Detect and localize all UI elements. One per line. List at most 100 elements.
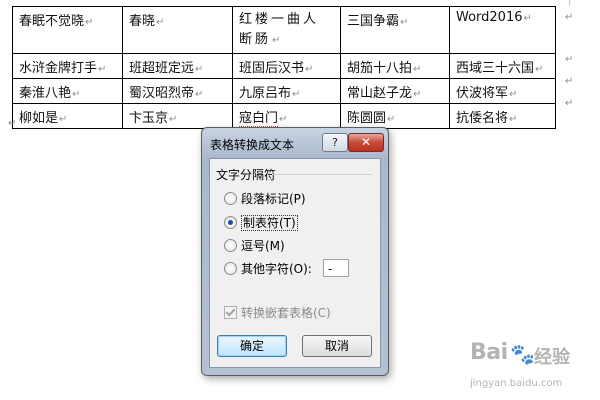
- table-cell[interactable]: 抗倭名将↵: [449, 103, 556, 129]
- option-label: 其他字符(O):: [241, 262, 312, 276]
- close-button[interactable]: ✕: [348, 133, 384, 152]
- table-row: 水浒金牌打手↵ 班超班定远↵ 班固后汉书↵ 胡笳十八拍↵ 西域三十六国↵: [12, 53, 556, 79]
- watermark-url: jingyan.baidu.com: [470, 378, 563, 389]
- option-other-char[interactable]: 其他字符(O):: [224, 261, 312, 277]
- table-cell[interactable]: 胡笳十八拍↵: [340, 53, 450, 79]
- cell-text: 三国争霸: [347, 14, 400, 29]
- option-label: 制表符(T): [241, 215, 298, 231]
- table-cell[interactable]: 班超班定远↵: [122, 53, 233, 79]
- cell-end-mark: ↵: [85, 17, 94, 28]
- cell-text: 九原吕布: [239, 86, 292, 101]
- cell-text: 春眠不觉晓: [19, 14, 85, 29]
- row-end-mark: ↵: [565, 12, 574, 23]
- paw-icon: 🐾: [510, 342, 535, 366]
- table-row: 春眠不觉晓↵ 春晓↵ 红楼一曲人断肠↵ 三国争霸↵ Word2016↵: [12, 6, 556, 54]
- watermark: Bai 🐾 经验 jingyan.baidu.com: [470, 340, 595, 398]
- table-cell[interactable]: 卞玉京↵: [122, 103, 233, 129]
- radio-tab[interactable]: [224, 216, 237, 229]
- cell-text: 水浒金牌打手: [19, 61, 98, 76]
- page-corner-mark: [569, 0, 570, 6]
- cell-text: 班固后汉书: [239, 61, 305, 76]
- radio-comma[interactable]: [224, 239, 237, 252]
- nested-table-option: 转换嵌套表格(C): [224, 304, 331, 321]
- cell-end-mark: ↵: [98, 64, 107, 75]
- table-cell[interactable]: 陈圆圆↵: [340, 103, 450, 129]
- cell-end-mark: ↵: [59, 114, 68, 125]
- cell-text: 春晓: [129, 14, 156, 29]
- cell-text: 秦淮八艳: [19, 86, 72, 101]
- cell-end-mark: ↵: [72, 89, 81, 100]
- table-cell[interactable]: 秦淮八艳↵: [12, 78, 123, 104]
- dialog-body: 文字分隔符 段落标记(P) 制表符(T) 逗号(M) 其他字符(O): - 转换…: [209, 158, 381, 368]
- cell-end-mark: ↵: [292, 89, 301, 100]
- option-comma[interactable]: 逗号(M): [224, 238, 285, 254]
- watermark-logo: Bai: [470, 340, 508, 365]
- cell-text: 西域三十六国: [456, 61, 535, 76]
- separator-group-label: 文字分隔符: [216, 168, 277, 182]
- nested-table-checkbox: [224, 306, 237, 319]
- cell-text: 抗倭名将: [456, 111, 509, 126]
- document-table: 春眠不觉晓↵ 春晓↵ 红楼一曲人断肠↵ 三国争霸↵ Word2016↵ 水浒金牌…: [12, 6, 556, 129]
- row-end-mark: ↵: [565, 76, 574, 87]
- cell-end-mark: ↵: [509, 89, 518, 100]
- table-cell[interactable]: 西域三十六国↵: [449, 53, 556, 79]
- group-divider: [272, 174, 372, 175]
- table-cell[interactable]: 水浒金牌打手↵: [12, 53, 123, 79]
- option-label: 段落标记(P): [241, 192, 306, 206]
- cell-end-mark: ↵: [413, 64, 422, 75]
- table-cell[interactable]: 寇白门↵: [232, 103, 341, 129]
- table-cell[interactable]: 红楼一曲人断肠↵: [232, 6, 341, 54]
- table-cell[interactable]: 三国争霸↵: [340, 6, 450, 54]
- table-to-text-dialog: 表格转换成文本 ? ✕ 文字分隔符 段落标记(P) 制表符(T) 逗号(M) 其…: [201, 127, 389, 376]
- cell-end-mark: ↵: [413, 89, 422, 100]
- other-char-input[interactable]: -: [323, 259, 349, 277]
- cancel-button[interactable]: 取消: [302, 335, 372, 357]
- table-cell[interactable]: 蜀汉昭烈帝↵: [122, 78, 233, 104]
- help-button[interactable]: ?: [322, 133, 348, 152]
- table-cell[interactable]: 柳如是↵: [12, 103, 123, 129]
- cell-end-mark: ↵: [400, 17, 409, 28]
- radio-other-char[interactable]: [224, 262, 237, 275]
- ok-button[interactable]: 确定: [217, 335, 287, 357]
- cell-end-mark: ↵: [305, 64, 314, 75]
- cell-text: 卞玉京: [129, 111, 169, 126]
- cell-end-mark: ↵: [156, 17, 165, 28]
- table-row: 秦淮八艳↵ 蜀汉昭烈帝↵ 九原吕布↵ 常山赵子龙↵ 伏波将军↵: [12, 78, 556, 104]
- table-cell[interactable]: 常山赵子龙↵: [340, 78, 450, 104]
- cell-text: 伏波将军: [456, 86, 509, 101]
- table-cell[interactable]: 班固后汉书↵: [232, 53, 341, 79]
- cell-text: 胡笳十八拍: [347, 61, 413, 76]
- option-tab[interactable]: 制表符(T): [224, 215, 298, 231]
- cell-end-mark: ↵: [195, 89, 204, 100]
- cell-text: 班超班定远: [129, 61, 195, 76]
- cell-end-mark: ↵: [509, 114, 518, 125]
- checkbox-label: 转换嵌套表格(C): [241, 306, 331, 320]
- table-row: 柳如是↵ 卞玉京↵ 寇白门↵ 陈圆圆↵ 抗倭名将↵: [12, 103, 556, 129]
- table-cell[interactable]: 春眠不觉晓↵: [12, 6, 123, 54]
- cell-text: 常山赵子龙: [347, 86, 413, 101]
- radio-paragraph-mark[interactable]: [224, 192, 237, 205]
- cell-text: 陈圆圆: [347, 111, 387, 126]
- table-cell[interactable]: Word2016↵: [449, 6, 556, 54]
- cell-text: Word2016: [456, 10, 523, 25]
- cell-end-mark: ↵: [535, 64, 544, 75]
- cell-end-mark: ↵: [272, 35, 284, 46]
- row-end-mark: ↵: [565, 98, 574, 109]
- cell-end-mark: ↵: [387, 114, 396, 125]
- cell-text: 柳如是: [19, 111, 59, 126]
- table-cell[interactable]: 春晓↵: [122, 6, 233, 54]
- cell-end-mark: ↵: [279, 114, 288, 125]
- table-cell[interactable]: 九原吕布↵: [232, 78, 341, 104]
- row-end-mark: ↵: [565, 54, 574, 65]
- option-paragraph-mark[interactable]: 段落标记(P): [224, 191, 306, 207]
- cell-end-mark: ↵: [195, 64, 204, 75]
- paragraph-mark: ↵: [8, 118, 17, 129]
- cell-end-mark: ↵: [169, 114, 178, 125]
- watermark-logo-cn: 经验: [534, 347, 570, 368]
- dialog-title: 表格转换成文本: [210, 138, 295, 152]
- cell-text: 蜀汉昭烈帝: [129, 86, 195, 101]
- cell-text: 寇白门: [239, 111, 279, 127]
- option-label: 逗号(M): [241, 239, 285, 253]
- table-cell[interactable]: 伏波将军↵: [449, 78, 556, 104]
- cell-end-mark: ↵: [523, 13, 532, 24]
